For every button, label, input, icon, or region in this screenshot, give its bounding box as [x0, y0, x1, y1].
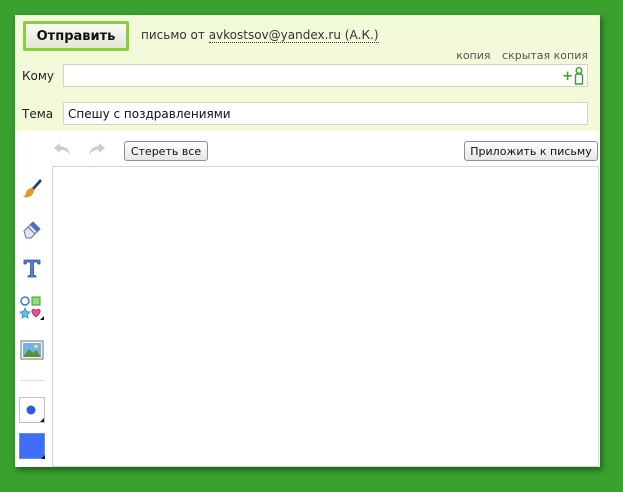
- subject-input[interactable]: [63, 102, 588, 125]
- image-tool[interactable]: [19, 337, 45, 363]
- image-icon: [20, 340, 44, 360]
- add-contact-button[interactable]: +: [562, 67, 584, 85]
- bcc-link[interactable]: скрытая копия: [502, 49, 588, 62]
- undo-icon[interactable]: [52, 141, 72, 157]
- cc-links: копия скрытая копия: [448, 49, 588, 62]
- color-tool[interactable]: [19, 433, 45, 459]
- person-icon: [574, 67, 584, 85]
- eraser-icon: [23, 221, 41, 239]
- plus-icon: +: [562, 68, 573, 84]
- clear-all-button[interactable]: Стереть все: [124, 141, 208, 161]
- compose-panel: Отправить письмо от avkostsov@yandex.ru …: [15, 15, 600, 467]
- drawing-canvas[interactable]: [52, 166, 599, 467]
- from-line: письмо от avkostsov@yandex.ru (А.К.): [141, 28, 379, 43]
- color-swatch-icon: [19, 433, 45, 459]
- redo-icon[interactable]: [87, 141, 107, 157]
- cc-link[interactable]: копия: [456, 49, 490, 62]
- text-icon: [23, 259, 41, 278]
- brush-icon: [23, 179, 42, 198]
- drawing-tools: [15, 131, 50, 467]
- shapes-tool[interactable]: [19, 295, 45, 321]
- subject-label: Тема: [22, 107, 54, 121]
- pen-size-tool[interactable]: [19, 397, 45, 423]
- brush-tool[interactable]: [19, 175, 45, 201]
- eraser-tool[interactable]: [19, 215, 45, 241]
- from-prefix: письмо от: [141, 28, 205, 42]
- compose-header: Отправить письмо от avkostsov@yandex.ru …: [15, 15, 600, 131]
- to-input[interactable]: [63, 64, 588, 87]
- shapes-icon: [19, 296, 44, 320]
- attach-button[interactable]: Приложить к письму: [464, 141, 598, 161]
- tools-separator: [21, 380, 45, 381]
- from-address[interactable]: avkostsov@yandex.ru (А.К.): [208, 28, 379, 43]
- to-label: Кому: [22, 69, 55, 83]
- pen-size-icon: [19, 397, 45, 423]
- send-button[interactable]: Отправить: [23, 21, 129, 51]
- text-tool[interactable]: [19, 255, 45, 281]
